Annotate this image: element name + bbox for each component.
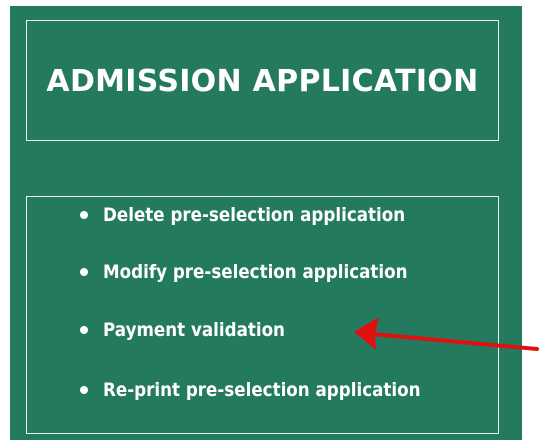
menu-item-modify-application[interactable]: Modify pre-selection application: [80, 258, 449, 286]
page-title: ADMISSION APPLICATION: [46, 64, 479, 99]
title-box: ADMISSION APPLICATION: [26, 20, 499, 141]
bullet-icon: [80, 386, 88, 394]
bullet-icon: [80, 326, 88, 334]
admission-panel: ADMISSION APPLICATION Delete pre-selecti…: [10, 6, 522, 440]
menu-item-label: Payment validation: [103, 319, 285, 341]
menu-item-payment-validation[interactable]: Payment validation: [80, 316, 310, 344]
menu-box: Delete pre-selection application Modify …: [26, 196, 499, 434]
menu-item-label: Re-print pre-selection application: [103, 379, 421, 401]
bullet-icon: [80, 268, 88, 276]
menu-item-label: Modify pre-selection application: [103, 261, 408, 283]
menu-item-delete-application[interactable]: Delete pre-selection application: [80, 201, 446, 229]
menu-item-reprint-application[interactable]: Re-print pre-selection application: [80, 376, 464, 404]
bullet-icon: [80, 211, 88, 219]
menu-item-label: Delete pre-selection application: [103, 204, 406, 226]
